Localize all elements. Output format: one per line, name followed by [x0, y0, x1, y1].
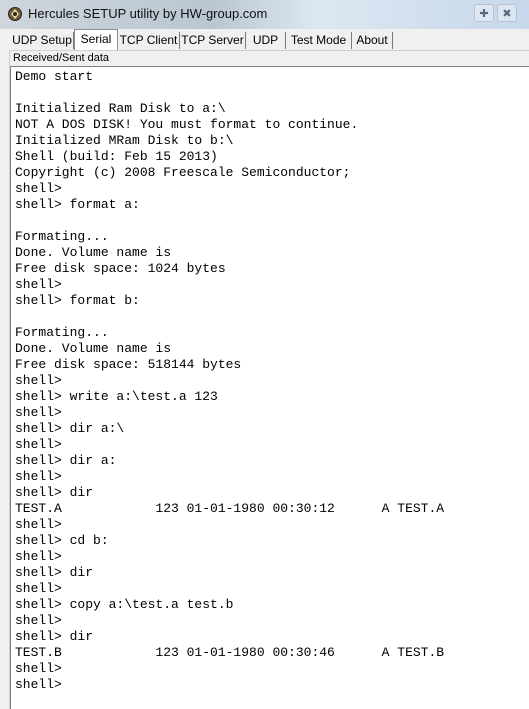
terminal-line: Done. Volume name is — [15, 341, 172, 356]
terminal-line: shell> — [15, 581, 62, 596]
terminal-line: Copyright (c) 2008 Freescale Semiconduct… — [15, 165, 351, 180]
terminal-line: Demo start — [15, 69, 94, 84]
terminal-line: shell> — [15, 469, 62, 484]
terminal-line: shell> write a:\test.a 123 — [15, 389, 218, 404]
received-sent-label: Received/Sent data — [12, 51, 111, 66]
terminal-line: TEST.A 123 01-01-1980 00:30:12 A TEST.A — [15, 501, 445, 516]
tab-tcp-client[interactable]: TCP Client — [118, 32, 180, 49]
terminal-line: shell> — [15, 277, 62, 292]
tab-udp[interactable]: UDP — [246, 32, 286, 49]
background-window-close-icon: ✖ — [497, 4, 517, 22]
terminal-line: shell> — [15, 405, 62, 420]
terminal-line: shell> dir a:\ — [15, 421, 125, 436]
terminal-line: shell> cd b: — [15, 533, 109, 548]
terminal-line: shell> — [15, 661, 62, 676]
window-title: Hercules SETUP utility by HW-group.com — [28, 6, 268, 21]
tab-about[interactable]: About — [352, 32, 393, 49]
terminal-line: shell> — [15, 613, 62, 628]
terminal-line: shell> dir — [15, 629, 94, 644]
terminal-line: shell> — [15, 549, 62, 564]
terminal-lines: Demo start Initialized Ram Disk to a:\ NOT… — [11, 67, 529, 693]
terminal-line: Free disk space: 1024 bytes — [15, 261, 226, 276]
terminal-line: shell> — [15, 517, 62, 532]
terminal-line: shell> copy a:\test.a test.b — [15, 597, 234, 612]
terminal-line: shell> — [15, 181, 62, 196]
tab-tcp-server[interactable]: TCP Server — [180, 32, 246, 49]
terminal-line: shell> format a: — [15, 197, 140, 212]
terminal-line: Free disk space: 518144 bytes — [15, 357, 242, 372]
terminal-output[interactable]: Demo start Initialized Ram Disk to a:\ NOT… — [10, 66, 529, 709]
terminal-line: NOT A DOS DISK! You must format to conti… — [15, 117, 359, 132]
tab-serial[interactable]: Serial — [74, 29, 118, 50]
terminal-line: shell> dir a: — [15, 453, 117, 468]
terminal-line: shell> format b: — [15, 293, 140, 308]
terminal-line: Initialized MRam Disk to b:\ — [15, 133, 234, 148]
terminal-line: shell> — [15, 437, 62, 452]
tab-udp-setup[interactable]: UDP Setup — [11, 32, 74, 49]
terminal-line: Done. Volume name is — [15, 245, 172, 260]
terminal-line: shell> dir — [15, 485, 94, 500]
terminal-line: Initialized Ram Disk to a:\ — [15, 101, 226, 116]
terminal-line: shell> dir — [15, 565, 94, 580]
terminal-line: Shell (build: Feb 15 2013) — [15, 149, 218, 164]
tab-test-mode[interactable]: Test Mode — [286, 32, 352, 49]
terminal-line: Formating... — [15, 325, 109, 340]
terminal-line: shell> — [15, 373, 62, 388]
title-bar: Hercules SETUP utility by HW-group.com ✚… — [0, 0, 529, 30]
hercules-app-icon[interactable] — [7, 6, 23, 22]
tab-bar: UDP Setup Serial TCP Client TCP Server U… — [0, 29, 529, 50]
terminal-line: Formating... — [15, 229, 109, 244]
terminal-line: shell> — [15, 677, 62, 692]
terminal-line: TEST.B 123 01-01-1980 00:30:46 A TEST.B — [15, 645, 445, 660]
background-window-tool-icon: ✚ — [474, 4, 494, 22]
